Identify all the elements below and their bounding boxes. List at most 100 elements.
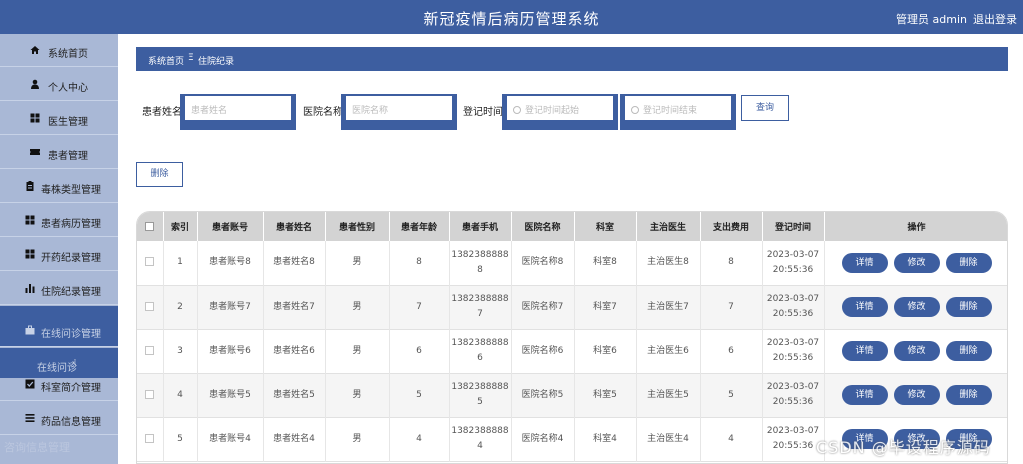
table-row: 2 患者账号7 患者姓名7 男 7 1382388888 7 医院名称7 科室7 … (137, 285, 1007, 329)
detail-button[interactable]: 详情 (841, 385, 888, 405)
cell-fee: 8 (700, 241, 763, 285)
column-header: 科室 (574, 212, 637, 241)
cell-name: 患者姓名7 (263, 285, 326, 329)
cell-hospital: 医院名称8 (511, 241, 575, 285)
table-header: 索引 患者账号 患者姓名 患者性别 患者年龄 患者手机 医院名称 科室 主治医生… (137, 212, 1007, 241)
cell-age: 7 (389, 285, 450, 329)
date-end-field: 登记时间结束 (620, 94, 736, 130)
cell-age: 6 (389, 329, 450, 373)
column-header: 患者性别 (325, 212, 390, 241)
delete-button[interactable]: 删除 (945, 341, 992, 361)
cell-doctor: 主治医生5 (636, 373, 701, 417)
cell-department: 科室5 (574, 373, 637, 417)
cell-gender: 男 (325, 285, 390, 329)
breadcrumb: 系统首页 Ξ 住院纪录 (136, 47, 1008, 71)
column-header: 索引 (163, 212, 198, 241)
cell-date: 2023-03-07 20:55:36 (762, 329, 825, 373)
detail-button[interactable]: 详情 (841, 252, 888, 273)
delete-button[interactable]: 删除 (945, 252, 992, 273)
cell-phone: 1382388888 6 (449, 329, 512, 373)
row-checkbox[interactable] (137, 241, 164, 285)
cell-name: 患者姓名5 (263, 373, 326, 417)
row-checkbox[interactable] (137, 329, 164, 373)
sidebar-item-label: 科室简介管理 (41, 383, 101, 394)
cell-date: 2023-03-07 20:55:36 (762, 285, 825, 329)
sidebar-item-strain-types[interactable]: 毒株类型管理 (0, 170, 118, 203)
detail-button[interactable]: 详情 (841, 341, 888, 361)
search-button[interactable]: 查询 (741, 95, 789, 121)
patient-name-input[interactable]: 患者姓名 (185, 96, 291, 120)
table-row: 1 患者账号8 患者姓名8 男 8 1382388888 8 医院名称8 科室8 … (137, 241, 1007, 285)
row-checkbox[interactable] (137, 417, 164, 461)
sidebar-item-hospitalization[interactable]: 住院纪录管理 (0, 272, 118, 305)
column-header: 登记时间 (762, 212, 825, 241)
cell-actions: 详情 修改 删除 (824, 373, 1007, 417)
hospital-name-input[interactable]: 医院名称 (346, 96, 452, 120)
admin-area: 管理员 admin 退出登录 (890, 11, 1017, 27)
sidebar-item-prescriptions[interactable]: 开药纪录管理 (0, 238, 118, 271)
row-checkbox[interactable] (137, 373, 164, 417)
hospital-name-label: 医院名称 (303, 107, 343, 118)
cell-age: 4 (389, 417, 450, 461)
sidebar-item-online-consultation[interactable]: 在线问诊管理 (0, 314, 118, 347)
sidebar-item-profile[interactable]: 个人中心 (0, 68, 118, 101)
cell-gender: 男 (325, 329, 390, 373)
cell-phone: 1382388888 4 (449, 417, 512, 461)
cell-hospital: 医院名称5 (511, 373, 575, 417)
home-icon (30, 46, 40, 54)
cell-actions: 详情 修改 删除 (824, 329, 1007, 373)
select-all-checkbox[interactable] (137, 212, 164, 241)
date-end-input[interactable]: 登记时间结束 (625, 96, 731, 120)
breadcrumb-current: 住院纪录 (198, 57, 235, 67)
cell-department: 科室7 (574, 285, 637, 329)
column-header: 患者账号 (197, 212, 264, 241)
detail-button[interactable]: 详情 (841, 297, 888, 317)
admin-name: 管理员 admin (896, 13, 967, 26)
sidebar-item-home[interactable]: 系统首页 (0, 34, 118, 67)
app-title: 新冠疫情后病历管理系统 (423, 10, 600, 28)
edit-button[interactable]: 修改 (893, 297, 940, 317)
cell-doctor: 主治医生6 (636, 329, 701, 373)
edit-button[interactable]: 修改 (893, 385, 940, 405)
sidebar-divider (0, 306, 118, 314)
cell-doctor: 主治医生7 (636, 285, 701, 329)
check-square-icon (25, 379, 35, 389)
delete-button[interactable]: 删除 (945, 385, 992, 405)
column-header: 操作 (824, 212, 1007, 241)
sidebar: 系统首页 个人中心 医生管理 患者管理 毒株类型管理 患者病历管理 开药纪录管理… (0, 34, 118, 464)
sidebar-item-patients[interactable]: 患者管理 (0, 136, 118, 169)
cell-index: 1 (163, 241, 198, 285)
cell-name: 患者姓名4 (263, 417, 326, 461)
cell-index: 2 (163, 285, 198, 329)
cell-account: 患者账号8 (197, 241, 264, 285)
sidebar-item-label: 医生管理 (48, 117, 88, 128)
cell-actions: 详情 修改 删除 (824, 241, 1007, 285)
sidebar-item-label: 个人中心 (48, 83, 88, 94)
cell-account: 患者账号5 (197, 373, 264, 417)
cell-department: 科室4 (574, 417, 637, 461)
sidebar-item-departments[interactable]: 科室简介管理 (0, 368, 118, 401)
hospital-name-field: 医院名称 (341, 94, 457, 130)
column-header: 主治医生 (636, 212, 701, 241)
date-start-input[interactable]: 登记时间起始 (507, 96, 613, 120)
sidebar-faded-item: 咨询信息管理 (4, 441, 70, 454)
sidebar-item-medical-records[interactable]: 患者病历管理 (0, 204, 118, 237)
cell-fee: 6 (700, 329, 763, 373)
column-header: 患者手机 (449, 212, 512, 241)
row-checkbox[interactable] (137, 285, 164, 329)
cell-doctor: 主治医生4 (636, 417, 701, 461)
logout-link[interactable]: 退出登录 (973, 13, 1017, 26)
date-start-field: 登记时间起始 (502, 94, 618, 130)
sidebar-item-label: 开药纪录管理 (41, 253, 101, 264)
edit-button[interactable]: 修改 (893, 252, 940, 273)
edit-button[interactable]: 修改 (893, 341, 940, 361)
delete-button[interactable]: 删除 (945, 297, 992, 317)
cell-gender: 男 (325, 373, 390, 417)
ticket-icon (30, 149, 40, 155)
breadcrumb-home[interactable]: 系统首页 (148, 54, 184, 67)
batch-delete-button[interactable]: 删除 (136, 162, 183, 187)
sidebar-item-drugs[interactable]: 药品信息管理 (0, 402, 118, 435)
column-header: 医院名称 (511, 212, 575, 241)
sidebar-item-doctors[interactable]: 医生管理 (0, 102, 118, 135)
sidebar-item-label: 药品信息管理 (41, 417, 101, 428)
